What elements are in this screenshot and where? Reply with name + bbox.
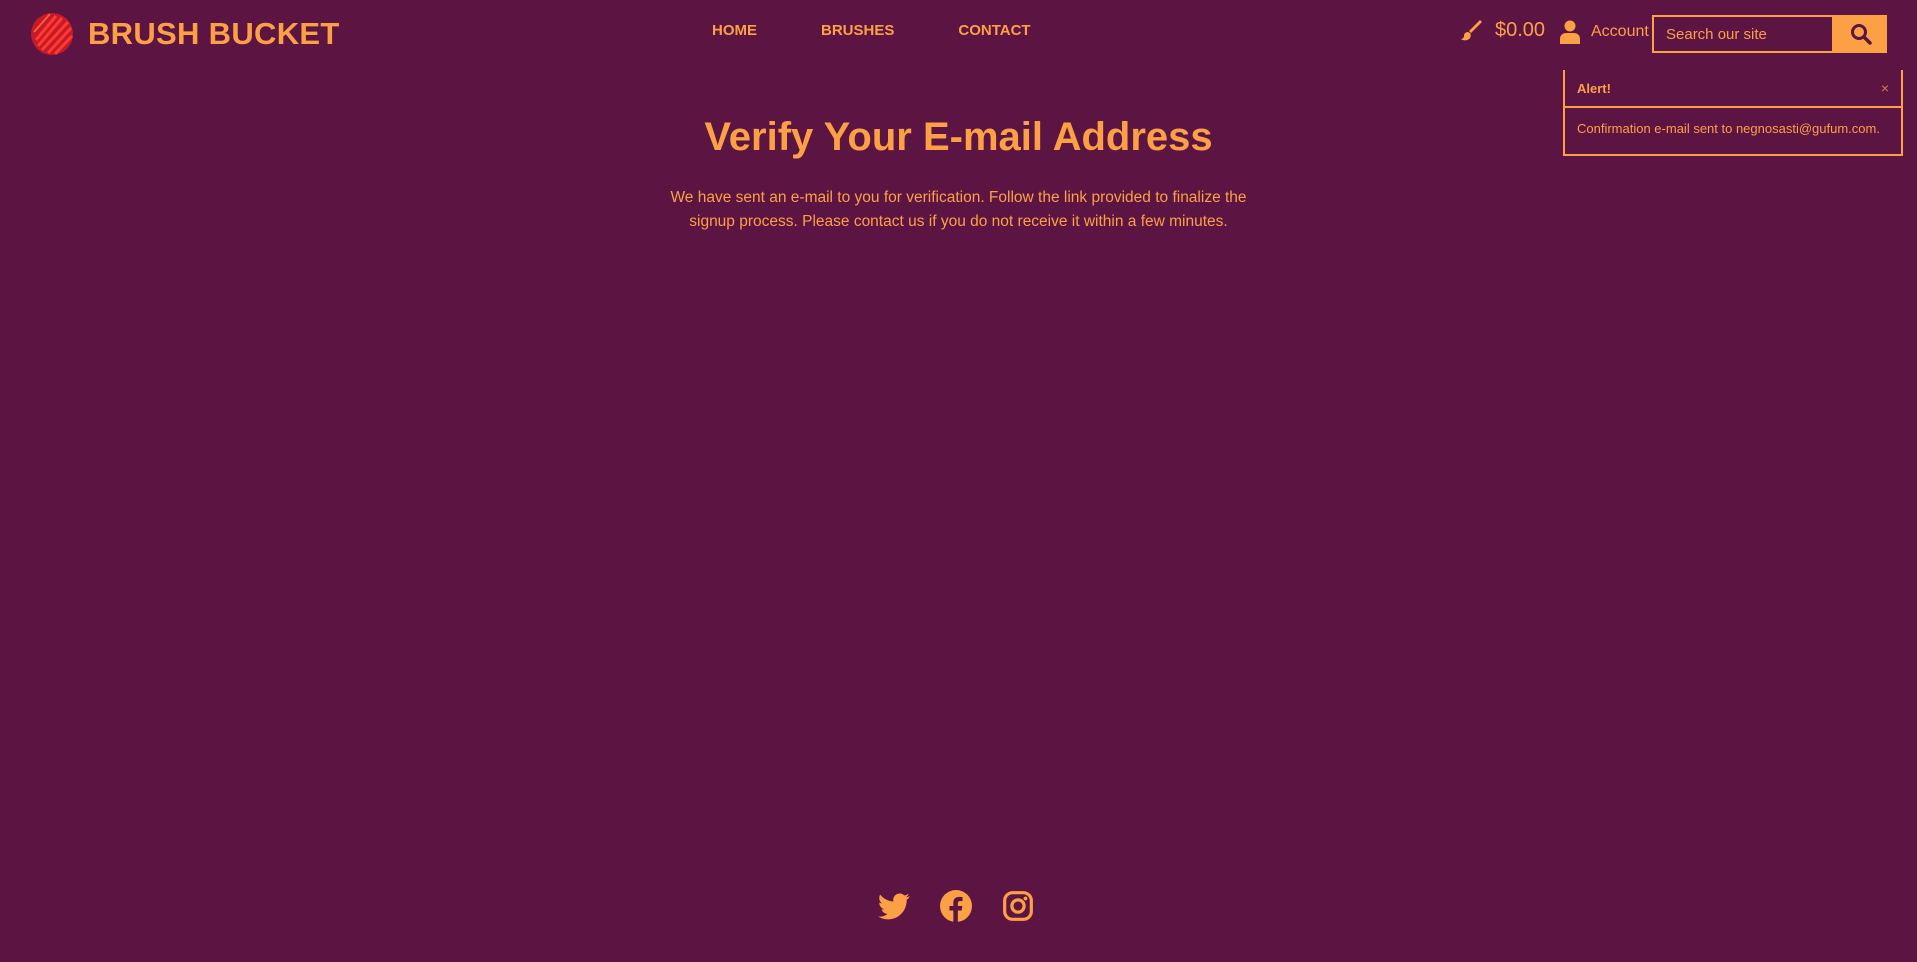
verification-message: We have sent an e-mail to you for verifi… [670, 189, 1247, 230]
main-content: Verify Your E-mail Address We have sent … [0, 115, 1917, 234]
user-icon [1560, 20, 1580, 44]
alert-title: Alert! [1577, 80, 1611, 96]
search-icon [1850, 24, 1872, 45]
cart-total: $0.00 [1495, 18, 1546, 41]
account-label: Account [1591, 23, 1649, 40]
social-links [878, 890, 1064, 922]
nav-home[interactable]: HOME [712, 22, 757, 39]
cart[interactable]: $0.00 [1460, 18, 1545, 42]
brush-bucket-logo [31, 13, 74, 56]
page: BRUSH BUCKET HOME BRUSHES CONTACT $0.00 … [0, 0, 1917, 962]
brand-name: BRUSH BUCKET [88, 16, 340, 51]
instagram-icon[interactable] [1002, 890, 1034, 922]
paintbrush-icon [1461, 20, 1482, 41]
close-icon[interactable]: × [1881, 80, 1889, 96]
facebook-icon[interactable] [940, 890, 972, 922]
nav-contact[interactable]: CONTACT [958, 22, 1030, 39]
site-header: BRUSH BUCKET HOME BRUSHES CONTACT $0.00 … [0, 0, 1917, 68]
search-form [1652, 15, 1887, 53]
brand[interactable]: BRUSH BUCKET [28, 10, 340, 58]
search-input[interactable] [1652, 15, 1834, 53]
main-nav: HOME BRUSHES CONTACT [712, 22, 1095, 39]
twitter-icon[interactable] [878, 890, 910, 922]
page-title: Verify Your E-mail Address [704, 115, 1213, 159]
nav-brushes[interactable]: BRUSHES [821, 22, 894, 39]
alert-header: Alert! × [1565, 70, 1901, 108]
search-button[interactable] [1834, 15, 1887, 53]
account-link[interactable]: Account [1560, 20, 1649, 44]
